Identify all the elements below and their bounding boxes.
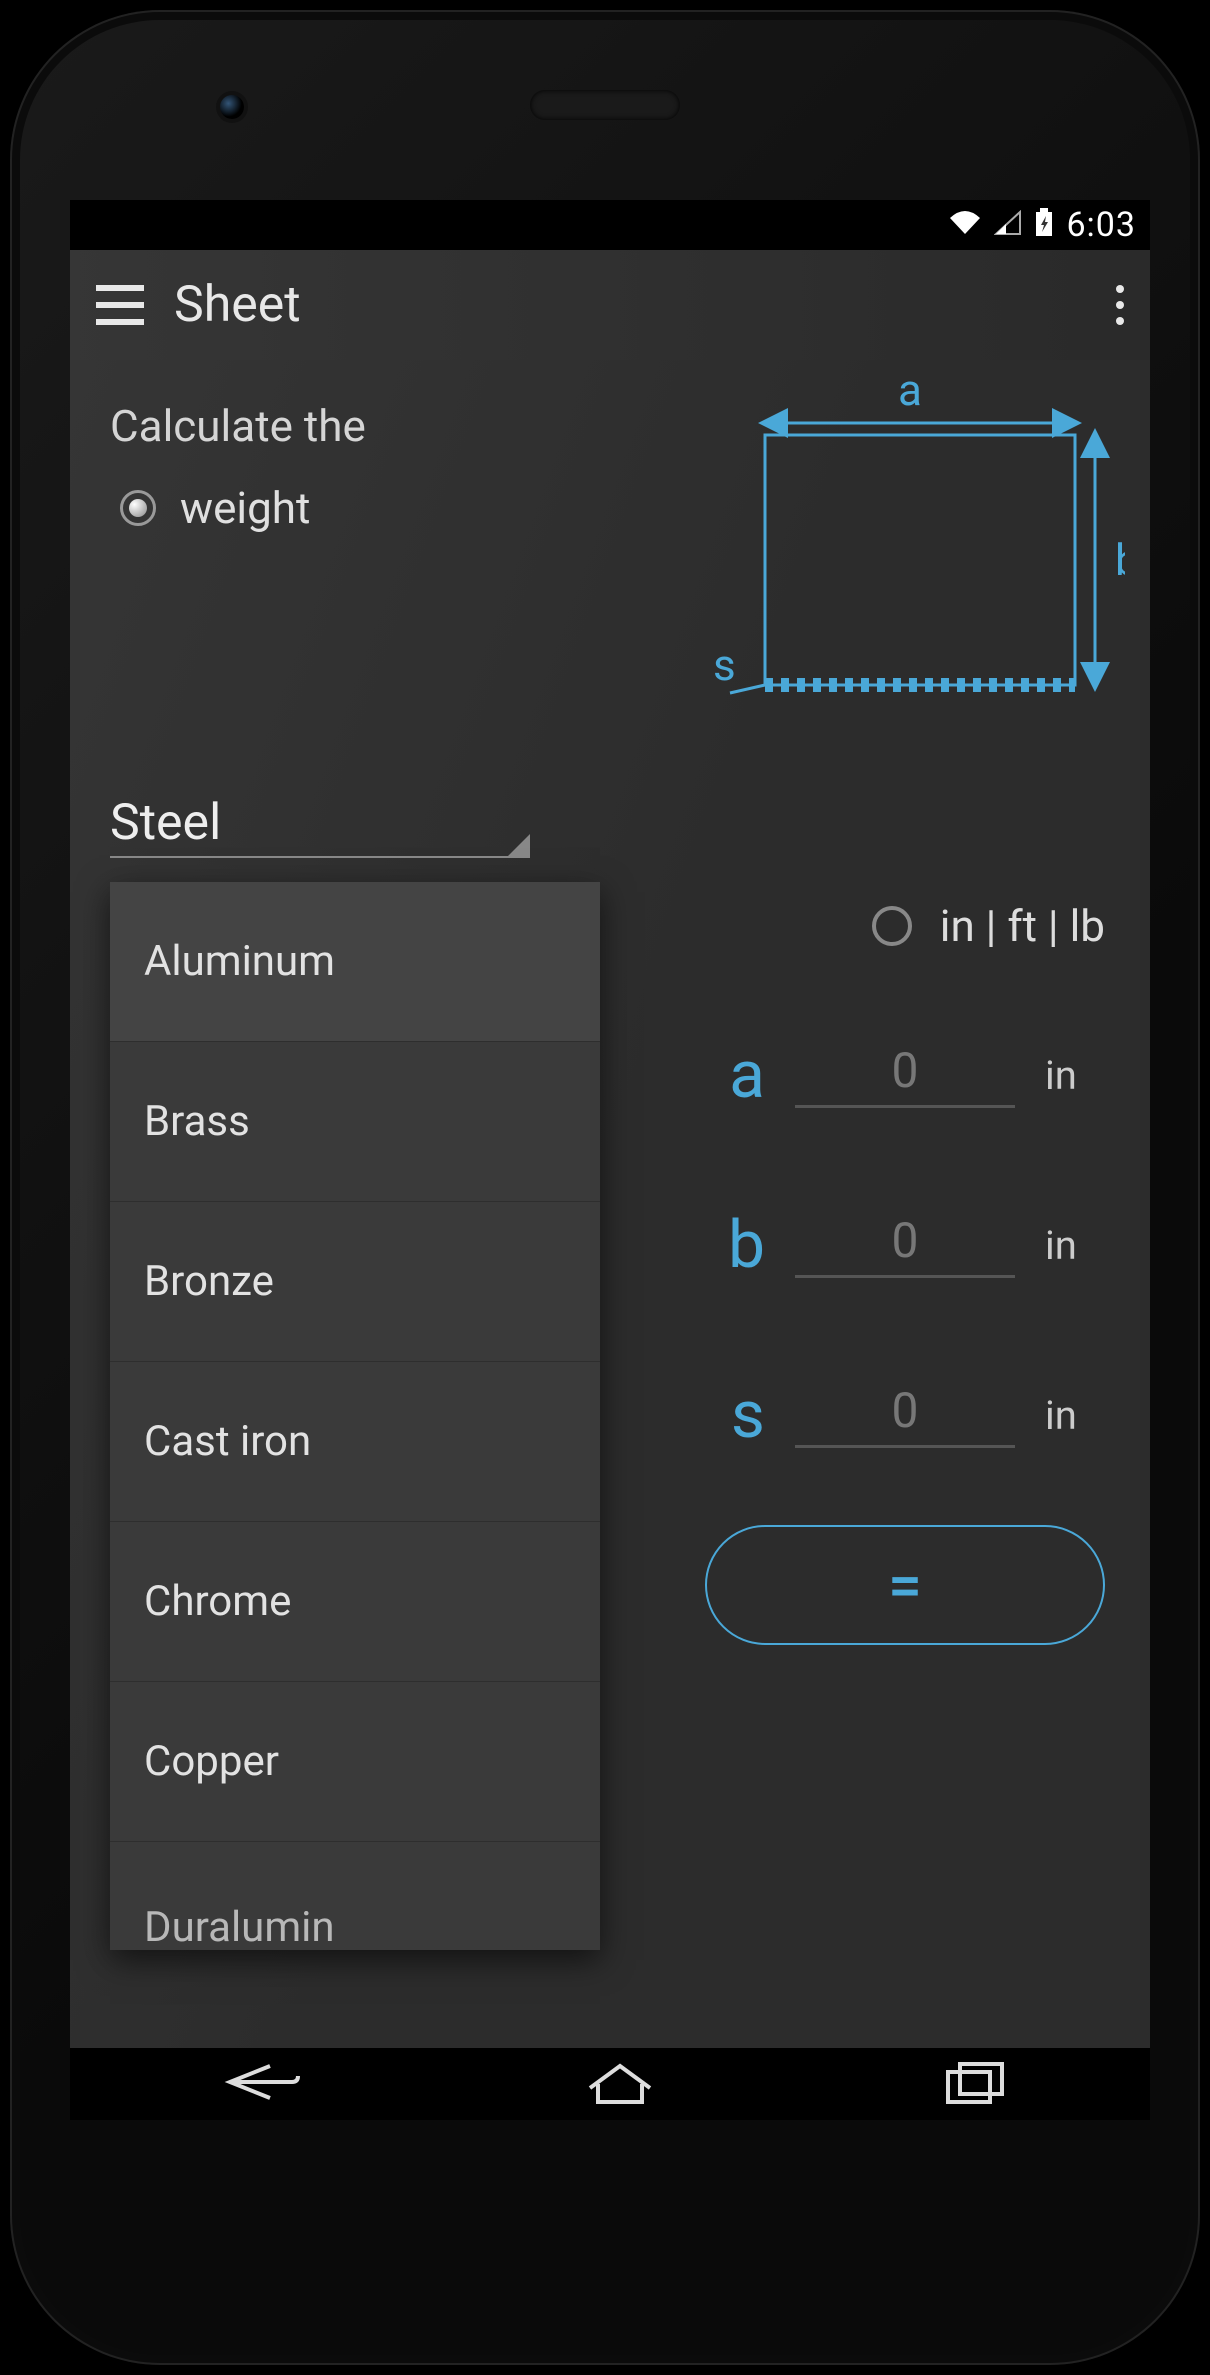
menu-icon[interactable] xyxy=(96,285,144,325)
wifi-icon xyxy=(948,210,982,240)
radio-icon xyxy=(120,490,156,526)
device-speaker xyxy=(530,90,680,120)
diagram-label-s: s xyxy=(713,639,736,691)
material-option[interactable]: Chrome xyxy=(110,1522,600,1682)
material-select-value: Steel xyxy=(110,794,508,852)
input-row-s: s 0 in xyxy=(565,1330,1105,1500)
home-icon[interactable] xyxy=(580,2058,660,2110)
app-bar: Sheet xyxy=(70,250,1150,360)
phone-frame: 6:03 Sheet Calculate the weight xyxy=(10,10,1200,2365)
material-option[interactable]: Copper xyxy=(110,1682,600,1842)
signal-icon xyxy=(994,210,1022,240)
material-option[interactable]: Duralumin xyxy=(110,1842,600,1950)
sheet-diagram: a b s xyxy=(695,375,1125,735)
unit-system-label: in | ft | lb xyxy=(940,900,1105,952)
diagram-label-a: a xyxy=(898,375,922,416)
input-row-b: b 0 in xyxy=(565,1160,1105,1330)
system-navbar xyxy=(70,2048,1150,2120)
page-title: Sheet xyxy=(174,276,301,334)
device-camera xyxy=(220,95,244,119)
input-list: a 0 in b 0 in s 0 in xyxy=(565,990,1105,1500)
material-dropdown: Aluminum Brass Bronze Cast iron Chrome C… xyxy=(110,882,600,1950)
dim-label-b: b xyxy=(705,1207,765,1284)
material-option[interactable]: Cast iron xyxy=(110,1362,600,1522)
input-s[interactable]: 0 xyxy=(795,1382,1015,1448)
status-bar: 6:03 xyxy=(70,200,1150,250)
material-select[interactable]: Steel xyxy=(110,794,530,858)
unit-s: in xyxy=(1045,1392,1105,1439)
status-clock: 6:03 xyxy=(1066,205,1136,245)
equals-label: = xyxy=(888,1550,922,1621)
unit-b: in xyxy=(1045,1222,1105,1269)
dim-label-a: a xyxy=(705,1037,765,1114)
recent-apps-icon[interactable] xyxy=(940,2058,1010,2110)
dim-label-s: s xyxy=(705,1377,765,1454)
material-option[interactable]: Bronze xyxy=(110,1202,600,1362)
unit-system-radio[interactable]: in | ft | lb xyxy=(872,900,1105,952)
overflow-menu-icon[interactable] xyxy=(1116,285,1124,325)
content-area: Calculate the weight xyxy=(70,360,1150,2048)
back-icon[interactable] xyxy=(210,2058,300,2110)
input-row-a: a 0 in xyxy=(565,990,1105,1160)
input-b[interactable]: 0 xyxy=(795,1212,1015,1278)
radio-weight-label: weight xyxy=(180,482,310,534)
battery-icon xyxy=(1034,208,1054,242)
screen: 6:03 Sheet Calculate the weight xyxy=(70,200,1150,2120)
material-option[interactable]: Aluminum xyxy=(110,882,600,1042)
radio-icon xyxy=(872,906,912,946)
unit-a: in xyxy=(1045,1052,1105,1099)
diagram-label-b: b xyxy=(1115,534,1125,586)
material-option[interactable]: Brass xyxy=(110,1042,600,1202)
calculate-button[interactable]: = xyxy=(705,1525,1105,1645)
dropdown-indicator-icon xyxy=(508,834,530,856)
input-a[interactable]: 0 xyxy=(795,1042,1015,1108)
